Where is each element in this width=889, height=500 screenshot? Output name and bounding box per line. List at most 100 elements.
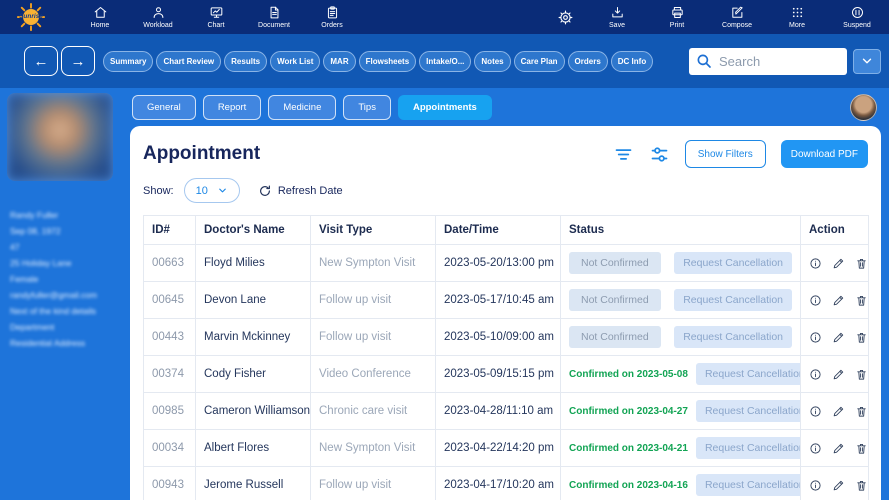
edit-button[interactable] xyxy=(832,442,845,455)
topnav-chart[interactable]: Chart xyxy=(198,5,234,29)
edit-button[interactable] xyxy=(832,368,845,381)
table-body: 00663 Floyd Milies New Sympton Visit 202… xyxy=(143,244,869,500)
chart-tab-intake-o[interactable]: Intake/O... xyxy=(419,50,472,72)
request-cancellation-button[interactable]: Request Cancellation xyxy=(695,437,800,459)
search-icon xyxy=(697,54,711,68)
edit-button[interactable] xyxy=(832,479,845,492)
subtab-appointments[interactable]: Appointments xyxy=(397,94,492,120)
subtab-medicine[interactable]: Medicine xyxy=(268,94,337,120)
cell-id: 00645 xyxy=(143,281,196,319)
edit-button[interactable] xyxy=(832,405,845,418)
chart-tab-summary[interactable]: Summary xyxy=(103,50,154,72)
info-button[interactable] xyxy=(809,405,822,418)
chevron-down-icon xyxy=(862,58,872,64)
cell-visit-type: Video Conference xyxy=(310,355,436,393)
download-pdf-button[interactable]: Download PDF xyxy=(780,140,868,168)
cell-doctor-name: Devon Lane xyxy=(195,281,311,319)
topnav-document[interactable]: Document xyxy=(256,5,292,29)
page-size-dropdown[interactable]: 10 xyxy=(183,178,240,203)
cell-id: 00985 xyxy=(143,392,196,430)
topaction-gear[interactable] xyxy=(555,9,575,26)
edit-button[interactable] xyxy=(832,257,845,270)
filter-sliders-button[interactable] xyxy=(649,144,670,165)
info-button[interactable] xyxy=(809,257,822,270)
topnav-label: Home xyxy=(90,22,110,29)
cell-datetime: 2023-05-20/13:00 pm xyxy=(435,244,561,282)
info-icon xyxy=(810,294,821,306)
delete-button[interactable] xyxy=(855,331,867,344)
toolbar-expand-button[interactable] xyxy=(853,48,881,74)
topaction-save[interactable]: Save xyxy=(599,5,635,29)
delete-button[interactable] xyxy=(855,257,867,270)
chart-tab-orders[interactable]: Orders xyxy=(567,50,608,72)
chart-tab-dc-info[interactable]: DC Info xyxy=(610,50,654,72)
info-button[interactable] xyxy=(809,442,822,455)
chart-tab-care-plan[interactable]: Care Plan xyxy=(513,50,565,72)
top-actions: Save Print Compose More Suspend xyxy=(555,5,879,29)
chart-tab-work-list[interactable]: Work List xyxy=(270,50,321,72)
search-input[interactable] xyxy=(719,53,841,69)
show-filters-button[interactable]: Show Filters xyxy=(684,140,766,168)
chart-tab-results[interactable]: Results xyxy=(224,50,268,72)
topnav-label: Chart xyxy=(207,22,225,29)
info-icon xyxy=(810,479,821,491)
cell-datetime: 2023-05-10/09:00 am xyxy=(435,318,561,356)
delete-button[interactable] xyxy=(855,479,867,492)
chart-tab-flowsheets[interactable]: Flowsheets xyxy=(358,50,417,72)
subtab-report[interactable]: Report xyxy=(202,94,262,120)
cell-datetime: 2023-04-28/11:10 am xyxy=(435,392,561,430)
chart-tab-chart-review[interactable]: Chart Review xyxy=(156,50,222,72)
topaction-compose[interactable]: Compose xyxy=(719,5,755,29)
topaction-more[interactable]: More xyxy=(779,5,815,29)
request-cancellation-button[interactable]: Request Cancellation xyxy=(674,326,792,348)
cell-doctor-name: Floyd Milies xyxy=(195,244,311,282)
subtab-tips[interactable]: Tips xyxy=(343,94,391,120)
info-button[interactable] xyxy=(809,368,822,381)
info-button[interactable] xyxy=(809,331,822,344)
request-cancellation-button[interactable]: Request Cancellation xyxy=(695,400,800,422)
delete-button[interactable] xyxy=(855,294,867,307)
patient-info-line: Next of the kind details xyxy=(10,306,96,316)
appointment-row: 00663 Floyd Milies New Sympton Visit 202… xyxy=(143,244,869,282)
status-confirmed-text: Confirmed on 2023-04-16 xyxy=(569,479,688,491)
request-cancellation-button[interactable]: Request Cancellation xyxy=(674,252,792,274)
trash-icon xyxy=(857,406,867,417)
sort-list-button[interactable] xyxy=(613,144,634,165)
sunrise-logo[interactable]: Sunrise xyxy=(10,0,68,34)
request-cancellation-button[interactable]: Request Cancellation xyxy=(674,289,792,311)
info-button[interactable] xyxy=(809,479,822,492)
back-button[interactable]: ← xyxy=(24,46,58,76)
cell-visit-type: Follow up visit xyxy=(310,466,436,500)
user-avatar[interactable] xyxy=(850,93,877,121)
info-button[interactable] xyxy=(809,294,822,307)
edit-button[interactable] xyxy=(832,294,845,307)
delete-button[interactable] xyxy=(855,442,867,455)
topnav-home[interactable]: Home xyxy=(82,5,118,29)
delete-button[interactable] xyxy=(855,368,867,381)
col-header-action: Action xyxy=(800,215,869,245)
topnav-workload[interactable]: Workload xyxy=(140,5,176,29)
chart-tab-mar[interactable]: MAR xyxy=(323,50,356,72)
status-badge: Not Confirmed xyxy=(569,289,661,311)
refresh-date-button[interactable]: Refresh Date xyxy=(258,184,343,198)
edit-button[interactable] xyxy=(832,331,845,344)
home-icon xyxy=(94,7,106,18)
sliders-icon xyxy=(651,146,668,162)
request-cancellation-button[interactable]: Request Cancellation xyxy=(695,363,800,385)
cell-doctor-name: Marvin Mckinney xyxy=(195,318,311,356)
chart-tab-notes[interactable]: Notes xyxy=(474,50,511,72)
trash-icon xyxy=(857,295,867,306)
request-cancellation-button[interactable]: Request Cancellation xyxy=(695,474,800,496)
trash-icon xyxy=(857,480,867,491)
col-header-date-time: Date/Time xyxy=(435,215,561,245)
patient-photo-image xyxy=(7,93,113,181)
main-panel: General Report Medicine Tips Appointments Ap… xyxy=(120,88,889,500)
topnav-orders[interactable]: Orders xyxy=(314,5,350,29)
edit-icon xyxy=(833,295,844,305)
forward-button[interactable]: → xyxy=(61,46,95,76)
topaction-suspend[interactable]: Suspend xyxy=(839,5,875,29)
topaction-print[interactable]: Print xyxy=(659,5,695,29)
appointments-table: ID# Doctor's Name Visit Type Date/Time Statu… xyxy=(143,215,869,500)
delete-button[interactable] xyxy=(855,405,867,418)
subtab-general[interactable]: General xyxy=(132,94,196,120)
